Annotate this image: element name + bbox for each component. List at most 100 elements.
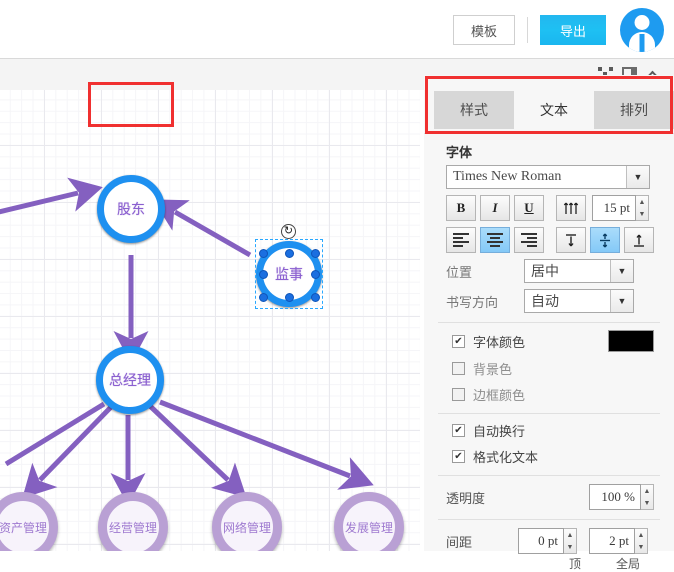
- align-right-button[interactable]: [514, 227, 544, 253]
- node-supervisor[interactable]: 监事 ↻: [255, 224, 323, 309]
- node-network-management[interactable]: 网络管理: [212, 492, 282, 551]
- spacing-captions: 顶 全局: [552, 555, 674, 572]
- valign-bottom-button[interactable]: [624, 227, 654, 253]
- spacing-top-spin-buttons[interactable]: ▲ ▼: [564, 528, 578, 554]
- bg-color-checkbox[interactable]: [452, 362, 465, 375]
- selection-handle[interactable]: [259, 293, 268, 302]
- avatar-head-icon: [634, 15, 650, 30]
- font-section-label: 字体: [446, 145, 473, 160]
- direction-row: 书写方向 自动 ▼: [446, 289, 674, 313]
- font-family-select[interactable]: Times New Roman ▼: [446, 165, 650, 189]
- node-label: 资产管理: [0, 520, 47, 535]
- spacing-global-value[interactable]: 2 pt: [589, 528, 636, 554]
- opacity-label: 透明度: [446, 490, 486, 506]
- panel-divider: [438, 519, 660, 520]
- font-size-value[interactable]: 15 pt: [592, 195, 636, 221]
- selection-handle[interactable]: [259, 249, 268, 258]
- tab-arrange[interactable]: 排列: [594, 91, 674, 129]
- position-select[interactable]: 居中 ▼: [524, 259, 634, 283]
- user-avatar[interactable]: [620, 8, 664, 52]
- valign-top-icon: [566, 233, 576, 246]
- opacity-spin-buttons[interactable]: ▲ ▼: [641, 484, 654, 510]
- spacing-top-value[interactable]: 0 pt: [518, 528, 565, 554]
- node-general-manager[interactable]: 总经理: [96, 346, 164, 414]
- chevron-down-icon: ▼: [610, 290, 633, 312]
- node-label: 股东: [117, 203, 145, 218]
- selection-handle[interactable]: [311, 270, 320, 279]
- selection-handle[interactable]: [311, 249, 320, 258]
- spin-up-icon[interactable]: ▲: [564, 529, 576, 541]
- align-center-button[interactable]: [480, 227, 510, 253]
- italic-button[interactable]: I: [480, 195, 510, 221]
- spin-down-icon[interactable]: ▼: [641, 497, 653, 509]
- spin-up-icon[interactable]: ▲: [641, 485, 653, 497]
- spacing-global-spin-buttons[interactable]: ▲ ▼: [635, 528, 649, 554]
- spin-down-icon[interactable]: ▼: [564, 541, 576, 553]
- vertical-align-buttons: [556, 227, 654, 253]
- font-color-swatch[interactable]: [608, 330, 654, 352]
- align-left-icon: [453, 233, 469, 247]
- node-business-management[interactable]: 经营管理: [98, 492, 168, 551]
- valign-middle-button[interactable]: [590, 227, 620, 253]
- chevron-down-icon: ▼: [610, 260, 633, 282]
- spin-down-icon[interactable]: ▼: [635, 541, 647, 553]
- node-label: 网络管理: [222, 520, 271, 535]
- format-text-label: 格式化文本: [473, 450, 539, 465]
- node-development-management[interactable]: 发展管理: [334, 492, 404, 551]
- node-label: 总经理: [109, 374, 151, 389]
- font-size-stepper[interactable]: 15 pt ▲ ▼: [592, 195, 649, 221]
- format-text-checkbox[interactable]: ✔: [452, 450, 465, 463]
- border-color-checkbox[interactable]: [452, 388, 465, 401]
- bg-color-label: 背景色: [473, 362, 513, 377]
- tab-style[interactable]: 样式: [434, 91, 514, 129]
- word-wrap-row: ✔ 自动换行: [452, 421, 674, 440]
- format-panel: 样式 文本 排列 字体 Times New Roman ▼ B I U 15 p…: [424, 75, 674, 571]
- node-asset-management[interactable]: 资产管理: [0, 492, 58, 551]
- diagram-canvas[interactable]: 股东 监事 ↻ 总经理 资产管理 经营管理 网络管理 发展管理: [0, 90, 420, 551]
- text-style-row: B I U 15 pt ▲ ▼: [446, 195, 674, 221]
- bold-button[interactable]: B: [446, 195, 476, 221]
- selection-handle[interactable]: [311, 293, 320, 302]
- panel-divider: [438, 413, 660, 414]
- spacing-row: 间距 0 pt ▲ ▼ 2 pt ▲ ▼: [446, 528, 674, 554]
- selection-handle[interactable]: [285, 249, 294, 258]
- tab-text[interactable]: 文本: [514, 91, 594, 129]
- horizontal-align-buttons: [446, 227, 544, 253]
- spacing-top-stepper[interactable]: 0 pt ▲ ▼: [518, 528, 578, 554]
- font-size-spin-buttons[interactable]: ▲ ▼: [636, 195, 649, 221]
- font-family-value: Times New Roman: [453, 169, 562, 184]
- export-button[interactable]: 导出: [540, 15, 606, 45]
- spin-down-icon[interactable]: ▼: [636, 208, 648, 220]
- underline-button[interactable]: U: [514, 195, 544, 221]
- direction-label: 书写方向: [446, 294, 499, 310]
- align-left-button[interactable]: [446, 227, 476, 253]
- selection-handle[interactable]: [259, 270, 268, 279]
- font-color-row: ✔ 字体颜色: [452, 330, 674, 352]
- header-actions: 模板 导出: [453, 8, 664, 52]
- underline-label: U: [524, 200, 534, 215]
- template-button[interactable]: 模板: [453, 15, 515, 45]
- panel-divider: [438, 322, 660, 323]
- spacing-top-caption: 顶: [568, 557, 581, 571]
- line-spacing-icon[interactable]: [556, 195, 586, 221]
- position-value: 居中: [531, 265, 559, 280]
- align-right-icon: [521, 233, 537, 247]
- spacing-label: 间距: [446, 534, 473, 550]
- opacity-stepper[interactable]: 100 % ▲ ▼: [589, 484, 654, 510]
- chevron-down-icon: ▼: [626, 166, 649, 188]
- position-label: 位置: [446, 264, 473, 280]
- spacing-global-stepper[interactable]: 2 pt ▲ ▼: [589, 528, 649, 554]
- node-shareholder[interactable]: 股东: [97, 175, 165, 243]
- spin-up-icon[interactable]: ▲: [636, 196, 648, 208]
- rotate-handle[interactable]: ↻: [281, 224, 296, 239]
- opacity-value[interactable]: 100 %: [589, 484, 641, 510]
- font-family-row: Times New Roman ▼: [446, 165, 674, 189]
- direction-select[interactable]: 自动 ▼: [524, 289, 634, 313]
- format-panel-tabs: 样式 文本 排列: [424, 83, 674, 129]
- selection-handle[interactable]: [285, 293, 294, 302]
- valign-top-button[interactable]: [556, 227, 586, 253]
- word-wrap-checkbox[interactable]: ✔: [452, 424, 465, 437]
- font-color-checkbox[interactable]: ✔: [452, 334, 465, 348]
- spin-up-icon[interactable]: ▲: [635, 529, 647, 541]
- alignment-row: [446, 227, 674, 253]
